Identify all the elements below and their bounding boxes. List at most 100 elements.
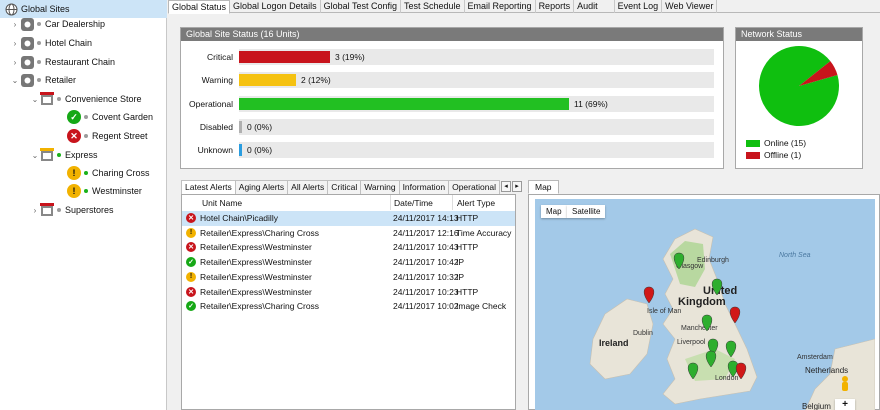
zoom-in-button[interactable]: +: [835, 399, 855, 410]
status-value: 11 (69%): [574, 99, 608, 109]
tab-aging-alerts[interactable]: Aging Alerts: [234, 180, 289, 194]
tree-node-hotel-chain[interactable]: › Hotel Chain: [10, 34, 92, 52]
globe-icon: [4, 2, 18, 16]
tree-node-car-dealership[interactable]: › Car Dealership: [10, 15, 105, 33]
status-dot: [84, 115, 88, 119]
map-label-north-sea: North Sea: [779, 252, 811, 259]
map-view[interactable]: Glasgow Edinburgh United Kingdom Isle of…: [535, 199, 875, 410]
cell-type: IP: [456, 257, 465, 268]
tree-node-covent-garden[interactable]: ✓ Covent Garden: [67, 108, 153, 126]
table-row[interactable]: ✕ Retailer\Express\Westminster 24/11/2017 …: [182, 285, 515, 300]
tab-test-schedule[interactable]: Test Schedule: [401, 0, 465, 13]
tab-map[interactable]: Map: [528, 180, 559, 194]
chevron-right-icon[interactable]: ›: [10, 20, 20, 29]
tab-scroll-left-icon[interactable]: ◂: [501, 181, 512, 192]
column-header-date-time[interactable]: Date/Time: [394, 195, 433, 210]
column-header-alert-type[interactable]: Alert Type: [457, 195, 495, 210]
tab-event-log[interactable]: Event Log: [615, 0, 663, 13]
chevron-down-icon[interactable]: ⌄: [10, 76, 20, 85]
cell-unit: Hotel Chain\Picadilly: [200, 213, 278, 223]
tab-information[interactable]: Information: [398, 180, 450, 194]
table-row[interactable]: ! Retailer\Express\Charing Cross 24/11/201…: [182, 226, 515, 241]
cell-unit: Retailer\Express\Charing Cross: [200, 301, 320, 312]
cell-unit: Retailer\Express\Westminster: [200, 271, 312, 282]
bar-critical: [239, 51, 330, 63]
status-dot: [57, 208, 61, 212]
cell-time: 24/11/2017 10:23: [393, 286, 459, 297]
map-label-dublin: Dublin: [633, 330, 653, 337]
chevron-right-icon[interactable]: ›: [10, 58, 20, 67]
tab-warning[interactable]: Warning: [360, 180, 400, 194]
chevron-down-icon[interactable]: ⌄: [30, 151, 40, 160]
tab-audit[interactable]: Audit: [574, 0, 615, 13]
tree-node-superstores[interactable]: › Superstores: [30, 201, 114, 219]
status-label: Warning: [201, 75, 233, 85]
site-tree: Global Sites › Car Dealership › Hotel Ch…: [0, 0, 167, 410]
bar-operational: [239, 98, 569, 110]
table-row[interactable]: ✓ Retailer\Express\Westminster 24/11/2017 …: [182, 255, 515, 270]
tree-label: Regent Street: [92, 131, 148, 141]
map-label-belgium: Belgium: [802, 402, 831, 410]
map-label-netherlands: Netherlands: [805, 366, 848, 375]
bar-track: [239, 119, 714, 135]
satellite-type-button[interactable]: Satellite: [567, 205, 606, 218]
bar-disabled: [239, 121, 242, 133]
table-row[interactable]: ✕ Hotel Chain\Picadilly 24/11/2017 14:13 HT…: [182, 211, 515, 226]
status-dot: [37, 78, 41, 82]
tree-node-express[interactable]: ⌄ Express: [30, 146, 98, 164]
bar-unknown: [239, 144, 242, 156]
cell-type: IP: [456, 271, 465, 282]
cell-unit: Retailer\Express\Westminster: [200, 242, 312, 253]
tree-node-retailer[interactable]: ⌄ Retailer: [10, 71, 76, 89]
status-label: Operational: [189, 99, 233, 109]
check-icon: ✓: [186, 301, 196, 312]
warning-icon: !: [67, 166, 81, 180]
chevron-down-icon[interactable]: ⌄: [30, 95, 40, 104]
panel-title: Network Status: [736, 28, 862, 41]
tab-scroll-right-icon[interactable]: ▸: [512, 181, 523, 192]
tree-node-westminster[interactable]: ! Westminster: [67, 182, 142, 200]
tab-global-status[interactable]: Global Status: [168, 0, 231, 14]
tree-node-regent-street[interactable]: ✕ Regent Street: [67, 127, 148, 145]
tab-all-alerts[interactable]: All Alerts: [287, 180, 329, 194]
tab-web-viewer[interactable]: Web Viewer: [662, 0, 718, 13]
table-row[interactable]: ✕ Retailer\Express\Westminster 24/11/2017 …: [182, 240, 515, 255]
chevron-right-icon[interactable]: ›: [30, 206, 40, 215]
site-group-icon: [20, 36, 34, 50]
street-view-pegman-icon[interactable]: [839, 375, 851, 393]
status-dot: [84, 189, 88, 193]
map-label-ireland: Ireland: [599, 338, 629, 348]
column-header-unit-name[interactable]: Unit Name: [202, 195, 242, 210]
store-icon: [40, 92, 54, 106]
cell-time: 24/11/2017 10:43: [393, 242, 459, 253]
tab-global-test-config[interactable]: Global Test Config: [321, 0, 401, 13]
main-tabs: Global Status Global Logon Details Globa…: [168, 0, 880, 14]
tab-email-reporting[interactable]: Email Reporting: [465, 0, 536, 13]
legend-label: Online (15): [764, 138, 807, 148]
tab-reports[interactable]: Reports: [536, 0, 575, 13]
tab-global-logon-details[interactable]: Global Logon Details: [230, 0, 321, 13]
status-label: Unknown: [197, 145, 233, 155]
tab-latest-alerts[interactable]: Latest Alerts: [181, 180, 236, 194]
status-dot: [84, 134, 88, 138]
site-status-panel: Global Site Status (16 Units) Critical 3…: [180, 27, 724, 169]
error-icon: ✕: [186, 242, 196, 253]
tree-node-restaurant-chain[interactable]: › Restaurant Chain: [10, 53, 115, 71]
warning-icon: !: [186, 227, 196, 238]
chevron-right-icon[interactable]: ›: [10, 39, 20, 48]
map-type-button[interactable]: Map: [541, 205, 567, 218]
legend-swatch: [746, 151, 760, 159]
status-dot: [84, 171, 88, 175]
status-label: Disabled: [199, 122, 233, 132]
table-row[interactable]: ✓ Retailer\Express\Charing Cross 24/11/201…: [182, 299, 515, 314]
tab-operational[interactable]: Operational: [448, 180, 501, 194]
tab-critical[interactable]: Critical: [327, 180, 362, 194]
tree-node-charing-cross[interactable]: ! Charing Cross: [67, 164, 150, 182]
status-row-operational: Operational 11 (69%): [181, 96, 726, 112]
tree-label: Express: [65, 150, 98, 160]
status-value: 0 (0%): [247, 145, 273, 155]
map-label-london: London: [715, 375, 738, 382]
table-row[interactable]: ! Retailer\Express\Westminster 24/11/2017 …: [182, 270, 515, 285]
site-group-icon: [20, 73, 34, 87]
tree-node-convenience-store[interactable]: ⌄ Convenience Store: [30, 90, 142, 108]
